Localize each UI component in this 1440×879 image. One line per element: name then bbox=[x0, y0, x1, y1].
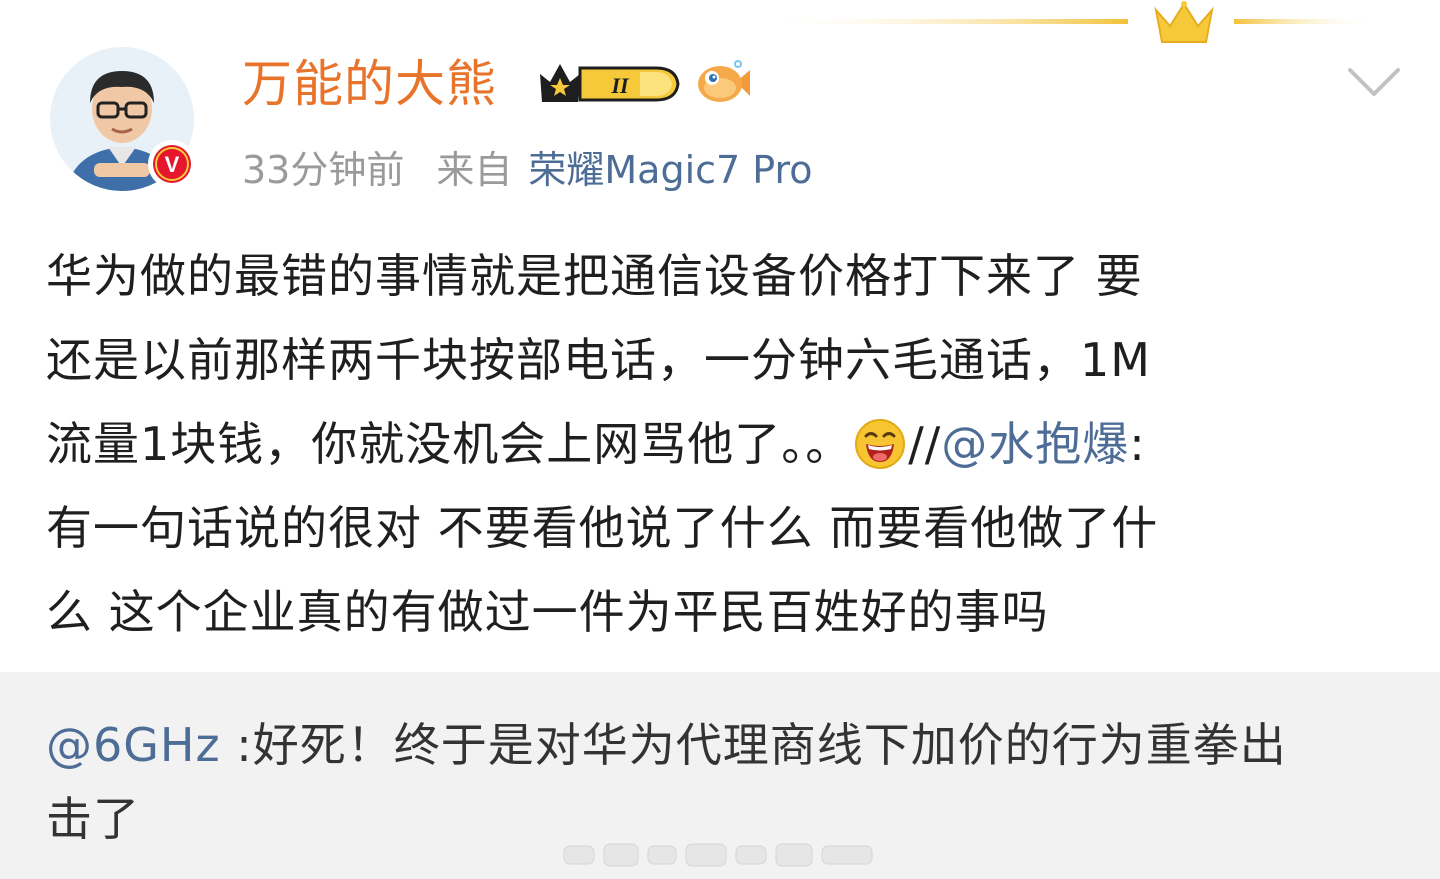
post-content: 华为做的最错的事情就是把通信设备价格打下来了 要 还是以前那样两千块按部电话，一… bbox=[46, 234, 1396, 654]
verified-badge-icon: V bbox=[148, 140, 196, 188]
level-label: II bbox=[610, 73, 630, 98]
repost-text: :好死！终于是对华为代理商线下加价的行为重拳出 bbox=[220, 718, 1287, 772]
post-time: 33分钟前 bbox=[242, 148, 405, 192]
post-line-text: 流量1块钱，你就没机会上网骂他了。。 bbox=[46, 417, 853, 471]
laughing-face-icon bbox=[855, 419, 906, 469]
repost-content: @6GHz :好死！终于是对华为代理商线下加价的行为重拳出 击了 bbox=[46, 708, 1406, 856]
mention-link[interactable]: @水抱爆 bbox=[941, 417, 1129, 471]
chevron-down-icon[interactable] bbox=[1346, 62, 1402, 100]
watermark bbox=[563, 843, 873, 867]
weibo-post: V 万能的大熊 II 33分钟前 来自 荣耀Magic7 Pro 华为做的最错的事情… bbox=[0, 0, 1440, 879]
username[interactable]: 万能的大熊 bbox=[242, 52, 497, 116]
crown-icon bbox=[1154, 2, 1214, 43]
source-label: 来自 bbox=[436, 148, 513, 192]
source-device-link[interactable]: 荣耀Magic7 Pro bbox=[528, 148, 812, 192]
post-line: 华为做的最错的事情就是把通信设备价格打下来了 要 bbox=[46, 249, 1143, 303]
post-meta: 33分钟前 来自 荣耀Magic7 Pro bbox=[242, 142, 813, 198]
repost-separator: // bbox=[908, 417, 942, 471]
crown-decoration bbox=[760, 1, 1374, 43]
verified-badge-label: V bbox=[165, 152, 180, 177]
post-line: 有一句话说的很对 不要看他说了什么 而要看他做了什 bbox=[46, 501, 1159, 555]
post-line: 还是以前那样两千块按部电话，一分钟六毛通话，1M bbox=[46, 333, 1151, 387]
fish-icon[interactable] bbox=[692, 56, 752, 110]
colon: : bbox=[1129, 417, 1146, 471]
post-line: 么 这个企业真的有做过一件为平民百姓好的事吗 bbox=[46, 585, 1049, 639]
post-line: 流量1块钱，你就没机会上网骂他了。。 //@水抱爆: bbox=[46, 402, 1396, 486]
member-level-badge[interactable]: II bbox=[536, 58, 682, 110]
repost-mention-link[interactable]: @6GHz bbox=[46, 718, 221, 772]
